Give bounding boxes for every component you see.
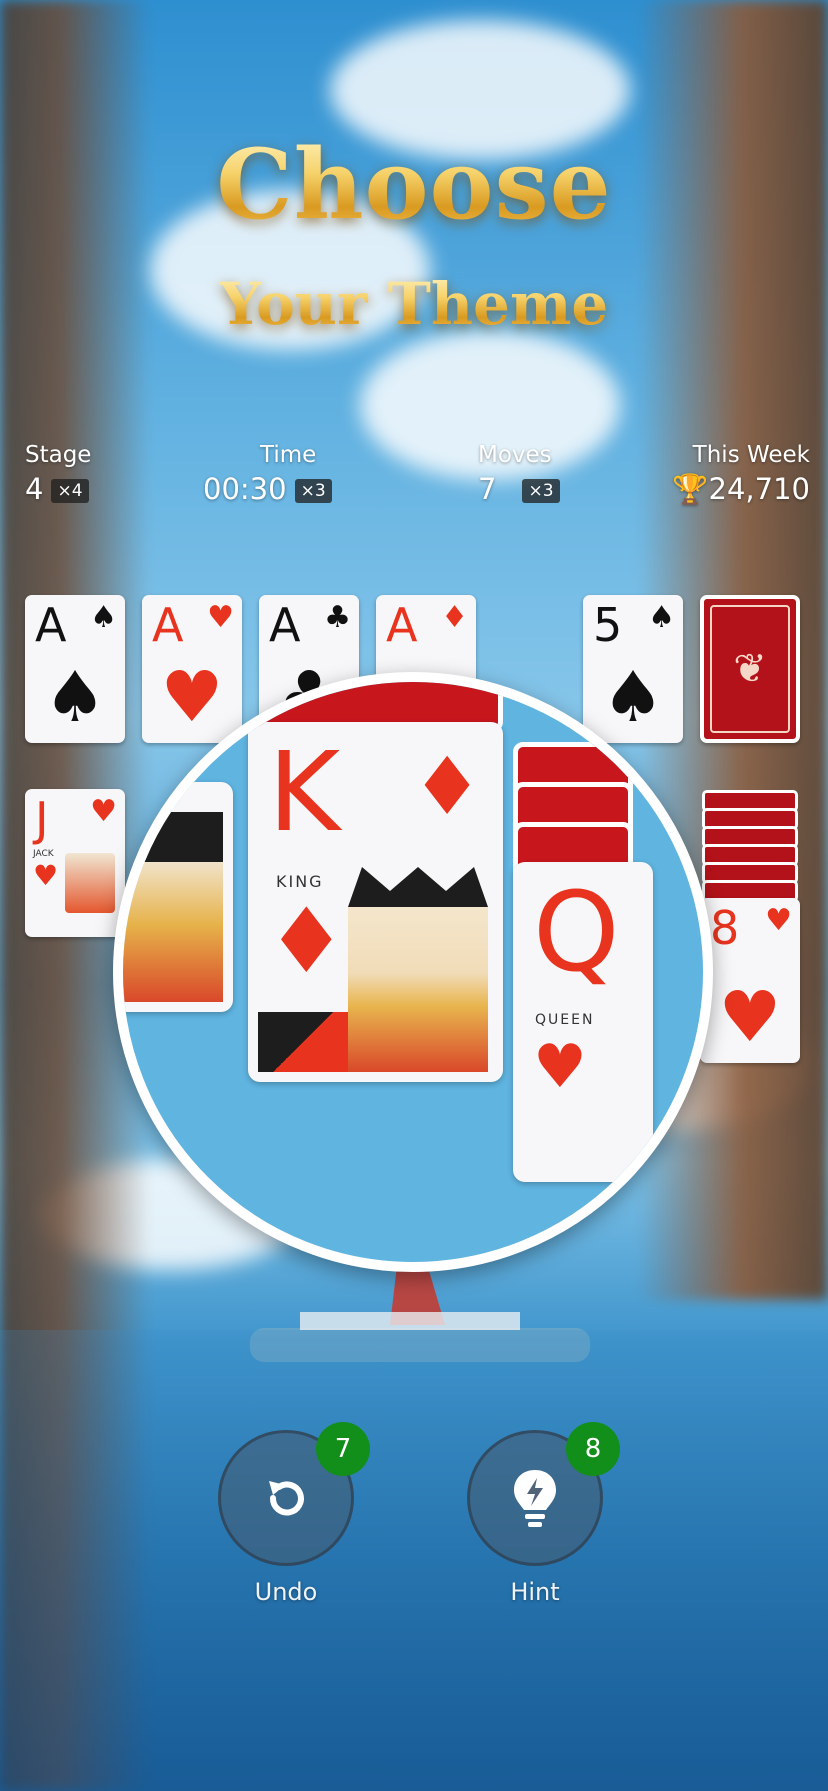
club-icon: ♣ (324, 600, 351, 635)
trophy-icon: 🏆 (672, 472, 709, 506)
magnified-jack-card (123, 782, 233, 1012)
jack-crown (133, 812, 223, 862)
promo-title-line2: Your Theme (0, 270, 828, 338)
magnified-queen-card: Q QUEEN ♥ (513, 862, 653, 1182)
card-rank: 5 (593, 598, 623, 652)
card-rank: A (269, 598, 301, 652)
water (0, 1330, 828, 1791)
heart-icon: ♥ (718, 976, 782, 1058)
week-label: This Week (692, 442, 810, 468)
time-multiplier: ×3 (294, 479, 332, 503)
theme-magnifier: K ♦ KING ♦ Q QUEEN ♥ (113, 672, 713, 1272)
heart-icon: ♥ (90, 794, 117, 829)
week-score-stat: This Week 🏆24,710 (672, 442, 810, 507)
hint-count-badge: 8 (566, 1422, 620, 1476)
jack-portrait (123, 862, 223, 1002)
stock-pile[interactable]: ❦ (700, 595, 800, 743)
stage-stat: Stage 4 ×4 (25, 442, 91, 506)
spade-icon: ♠ (648, 600, 675, 635)
stage-label: Stage (25, 442, 92, 468)
heart-icon: ♥ (207, 600, 234, 635)
undo-label: Undo (254, 1578, 318, 1606)
time-label: Time (260, 442, 317, 468)
magnified-king-card: K ♦ KING ♦ (248, 722, 503, 1082)
spade-icon: ♠ (43, 656, 107, 738)
heart-icon: ♥ (533, 1032, 587, 1102)
king-crown (348, 867, 488, 907)
king-rank: K (268, 728, 341, 856)
heart-icon: ♥ (160, 656, 224, 738)
moves-value: 7 (478, 472, 497, 506)
stage-multiplier: ×4 (51, 479, 89, 503)
spade-icon: ♠ (90, 600, 117, 635)
promo-title-line1: Choose (0, 128, 828, 241)
queen-rank: Q (533, 868, 620, 996)
time-value: 00:30 (203, 472, 287, 506)
diamond-icon: ♦ (266, 889, 347, 994)
king-portrait (348, 907, 488, 1072)
heart-icon: ♥ (33, 859, 59, 892)
waste-card[interactable]: 5 ♠ ♠ (583, 595, 683, 743)
card-rank: A (152, 598, 184, 652)
king-robe (258, 1012, 348, 1072)
card-rank: J (35, 792, 49, 846)
jack-face-label: JACK (33, 849, 54, 859)
undo-icon (269, 1481, 304, 1516)
lightbulb-icon (514, 1470, 556, 1527)
stage-value: 4 (25, 472, 44, 506)
card-back-ornament-icon: ❦ (710, 605, 790, 733)
undo-count-badge: 7 (316, 1422, 370, 1476)
week-score: 24,710 (708, 472, 810, 506)
card-rank: A (35, 598, 67, 652)
foundation-hearts[interactable]: A ♥ ♥ (142, 595, 242, 743)
hint-label: Hint (510, 1578, 560, 1606)
time-stat: Time 00:30 ×3 (203, 442, 332, 506)
jack-portrait (65, 853, 115, 913)
card-rank: 8 (710, 901, 740, 955)
diamond-icon: ♦ (411, 740, 483, 833)
tableau-eight-card[interactable]: 8 ♥ ♥ (700, 898, 800, 1063)
heart-icon: ♥ (765, 903, 792, 938)
tableau-jack-card[interactable]: J ♥ JACK ♥ (25, 789, 125, 937)
spade-icon: ♠ (601, 656, 665, 738)
moves-multiplier: ×3 (522, 479, 560, 503)
card-rank: A (386, 598, 418, 652)
diamond-icon: ♦ (441, 600, 468, 635)
foundation-spades[interactable]: A ♠ ♠ (25, 595, 125, 743)
moves-label: Moves (478, 442, 552, 468)
moves-stat: Moves 7 ×3 (478, 442, 560, 506)
queen-label: QUEEN (535, 1012, 595, 1028)
